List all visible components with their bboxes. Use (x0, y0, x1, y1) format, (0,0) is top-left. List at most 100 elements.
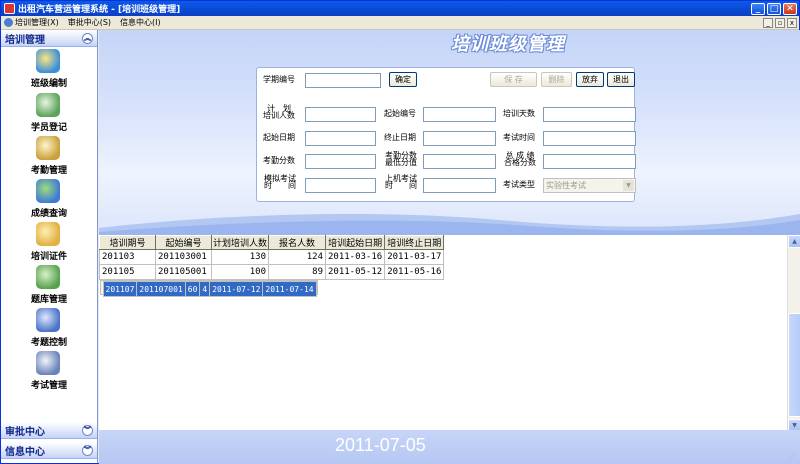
exam-time-input[interactable] (543, 131, 636, 146)
exam-type-select[interactable]: 实验性考试 ▼ (543, 178, 636, 193)
nav-item-student-register[interactable]: 学员登记 (1, 93, 97, 136)
nav-group-training[interactable]: 培训管理 ︽ (1, 30, 97, 47)
minimize-button[interactable]: _ (751, 2, 765, 15)
nav-item-class-setup[interactable]: 班级编制 (1, 49, 97, 92)
cell-term[interactable]: 201105 (99, 264, 156, 280)
start-no-input[interactable] (423, 107, 496, 122)
col-header-end-date[interactable]: 培训终止日期 (384, 235, 445, 250)
menu-approval[interactable]: 审批中心(S) (68, 17, 111, 28)
col-header-start-date[interactable]: 培训起始日期 (324, 235, 386, 250)
nav-item-question-bank[interactable]: 题库管理 (1, 265, 97, 308)
total-pass-input[interactable] (543, 154, 636, 169)
close-button[interactable]: ✕ (783, 2, 797, 15)
nav-group-approval[interactable]: 审批中心 ︾ (1, 422, 97, 439)
cell-plan-count[interactable]: 100 (211, 264, 269, 280)
cell-term[interactable]: 201103 (99, 249, 156, 265)
app-window: 出租汽车营运管理系统 - [培训班级管理] _ □ ✕ 培训管理(X) 审批中心… (0, 0, 800, 464)
cell-end-date[interactable]: 2011-07-14 (262, 281, 317, 297)
col-header-term[interactable]: 培训期号 (99, 235, 156, 250)
class-form: 学期编号 确定 保 存 删除 放弃 退出 计 划 培训人数 起始编号 培训天数 … (256, 67, 636, 202)
start-no-label: 起始编号 (384, 109, 416, 118)
nav-item-label: 培训证件 (30, 252, 67, 262)
nav-item-certificate[interactable]: 培训证件 (1, 222, 97, 265)
cell-plan-count[interactable]: 60 (184, 281, 201, 297)
scroll-up-icon[interactable]: ▲ (788, 235, 800, 248)
term-input[interactable] (305, 73, 381, 88)
nav-group-title: 信息中心 (5, 446, 45, 458)
mdi-minimize-icon[interactable]: _ (763, 17, 773, 28)
nav-item-exam-control[interactable]: 考题控制 (1, 308, 97, 351)
nav-group-title: 审批中心 (5, 426, 45, 438)
cell-start-no[interactable]: 201105001 (155, 264, 212, 280)
delete-button[interactable]: 删除 (541, 72, 572, 87)
title-bar[interactable]: 出租汽车营运管理系统 - [培训班级管理] _ □ ✕ (1, 1, 799, 16)
computer-time-input[interactable] (423, 178, 496, 193)
col-header-start-no[interactable]: 起始编号 (155, 235, 212, 250)
table-row[interactable]: 201103 201103001 130 124 2011-03-16 2011… (99, 249, 445, 265)
col-header-enrolled[interactable]: 报名人数 (268, 235, 326, 250)
exam-control-icon (36, 308, 60, 332)
col-header-plan-count[interactable]: 计划培训人数 (211, 235, 269, 250)
nav-item-score-query[interactable]: 成绩查询 (1, 179, 97, 222)
cell-start-no[interactable]: 201103001 (155, 249, 212, 265)
save-button[interactable]: 保 存 (490, 72, 537, 87)
banner: 培训班级管理 学期编号 确定 保 存 删除 放弃 退出 计 划 培训人数 起始编… (99, 30, 800, 236)
wave-decoration (99, 214, 800, 236)
window-title: 出租汽车营运管理系统 - [培训班级管理] (18, 5, 181, 15)
resize-grip-icon[interactable]: ⋰ (789, 453, 799, 463)
training-menu-icon (4, 18, 13, 27)
start-date-label: 起始日期 (263, 133, 295, 142)
cell-enrolled[interactable]: 124 (268, 249, 326, 265)
cell-plan-count[interactable]: 130 (211, 249, 269, 265)
mdi-controls: _ ▫ x (763, 17, 799, 28)
nav-item-exam-manage[interactable]: 考试管理 (1, 351, 97, 394)
vertical-scrollbar[interactable]: ▲ ▼ (787, 235, 800, 432)
mdi-restore-icon[interactable]: ▫ (775, 17, 785, 28)
attend-min-label: 考勤分数 最低分值 (385, 151, 417, 167)
nav-item-attendance[interactable]: 考勤管理 (1, 136, 97, 179)
cell-end-date[interactable]: 2011-05-16 (384, 264, 445, 280)
chevron-up-icon[interactable]: ︽ (82, 32, 93, 44)
plan-count-label: 计 划 培训人数 (263, 104, 295, 120)
nav-item-label: 考题控制 (30, 338, 67, 348)
end-date-input[interactable] (423, 131, 496, 146)
nav-group-info[interactable]: 信息中心 ︾ (1, 442, 97, 459)
cell-start-date[interactable]: 2011-05-12 (324, 264, 386, 280)
scroll-thumb[interactable] (788, 313, 800, 417)
table-row-selected[interactable]: 201107 201107001 60 4 2011-07-12 2011-07… (99, 280, 318, 297)
cell-start-date[interactable]: 2011-03-16 (324, 249, 386, 265)
start-date-input[interactable] (305, 131, 376, 146)
chevron-down-icon[interactable]: ▼ (623, 180, 634, 191)
cell-start-date[interactable]: 2011-07-12 (209, 281, 264, 297)
exam-manage-icon (36, 351, 60, 375)
cell-enrolled[interactable]: 89 (268, 264, 326, 280)
nav-item-label: 考勤管理 (30, 166, 67, 176)
menu-info[interactable]: 信息中心(I) (120, 17, 161, 28)
menu-training-label: 培训管理(X) (15, 18, 59, 27)
menu-training[interactable]: 培训管理(X) (4, 17, 59, 28)
nav-item-label: 学员登记 (30, 123, 67, 133)
table-row[interactable]: 201105 201105001 100 89 2011-05-12 2011-… (99, 264, 445, 280)
cell-start-no[interactable]: 201107001 (136, 281, 186, 297)
attend-score-input[interactable] (305, 154, 376, 169)
train-days-input[interactable] (543, 107, 636, 122)
computer-time-label: 上机考试 时 间 (385, 174, 417, 190)
nav-list: 班级编制 学员登记 考勤管理 成绩查询 培训证件 题库管理 考题控制 考试管理 (1, 47, 97, 419)
chevron-down-icon[interactable]: ︾ (82, 444, 93, 456)
mock-time-input[interactable] (305, 178, 376, 193)
attend-min-input[interactable] (423, 154, 496, 169)
attend-score-label: 考勤分数 (263, 156, 295, 165)
cell-end-date[interactable]: 2011-03-17 (384, 249, 445, 265)
chevron-down-icon[interactable]: ︾ (82, 424, 93, 436)
maximize-button[interactable]: □ (767, 2, 781, 15)
confirm-button[interactable]: 确定 (389, 72, 417, 87)
menu-approval-label: 审批中心(S) (67, 18, 112, 27)
plan-count-input[interactable] (305, 107, 376, 122)
exit-button[interactable]: 退出 (607, 72, 635, 87)
mdi-close-icon[interactable]: x (787, 17, 797, 28)
status-footer: 2011-07-05 ⋰ (99, 430, 800, 464)
abandon-button[interactable]: 放弃 (576, 72, 604, 87)
nav-item-label: 题库管理 (30, 295, 67, 305)
cell-term[interactable]: 201107 (102, 281, 138, 297)
cell-enrolled[interactable]: 4 (199, 281, 211, 297)
